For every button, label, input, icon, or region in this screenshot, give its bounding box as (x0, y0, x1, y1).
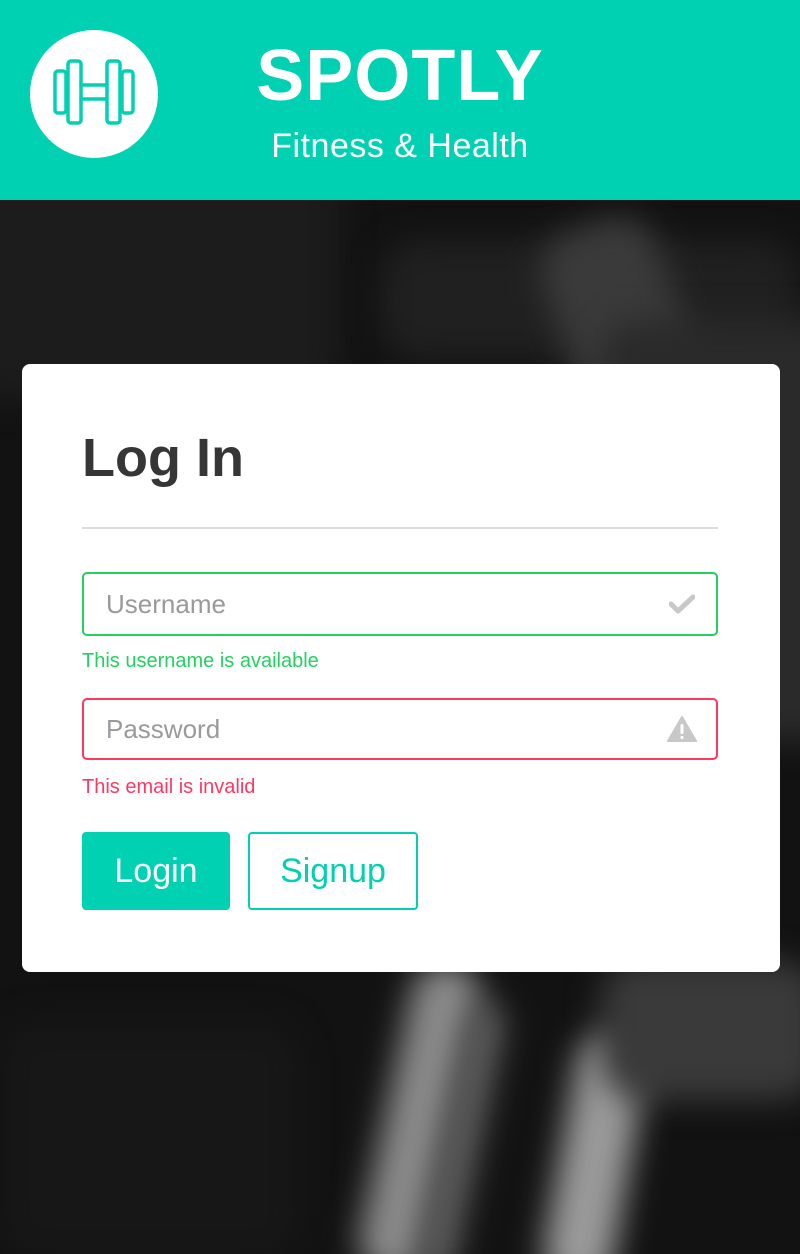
username-input[interactable] (84, 574, 644, 634)
brand-title: SPOTLY (256, 36, 544, 116)
page-title: Log In (82, 428, 244, 488)
login-page: SPOTLY Fitness & Health Log In This user… (0, 0, 800, 1254)
login-button[interactable]: Login (82, 832, 230, 910)
warning-icon (666, 713, 698, 745)
check-icon (666, 588, 698, 620)
password-field (82, 698, 718, 760)
app-header: SPOTLY Fitness & Health (0, 0, 800, 200)
login-card: Log In This username is available This e… (22, 364, 780, 972)
password-input[interactable] (84, 700, 644, 758)
signup-button[interactable]: Signup (248, 832, 418, 910)
username-help-text: This username is available (82, 650, 319, 672)
brand-subtitle: Fitness & Health (271, 127, 529, 165)
divider (82, 527, 718, 529)
username-field (82, 572, 718, 636)
password-help-text: This email is invalid (82, 776, 256, 798)
